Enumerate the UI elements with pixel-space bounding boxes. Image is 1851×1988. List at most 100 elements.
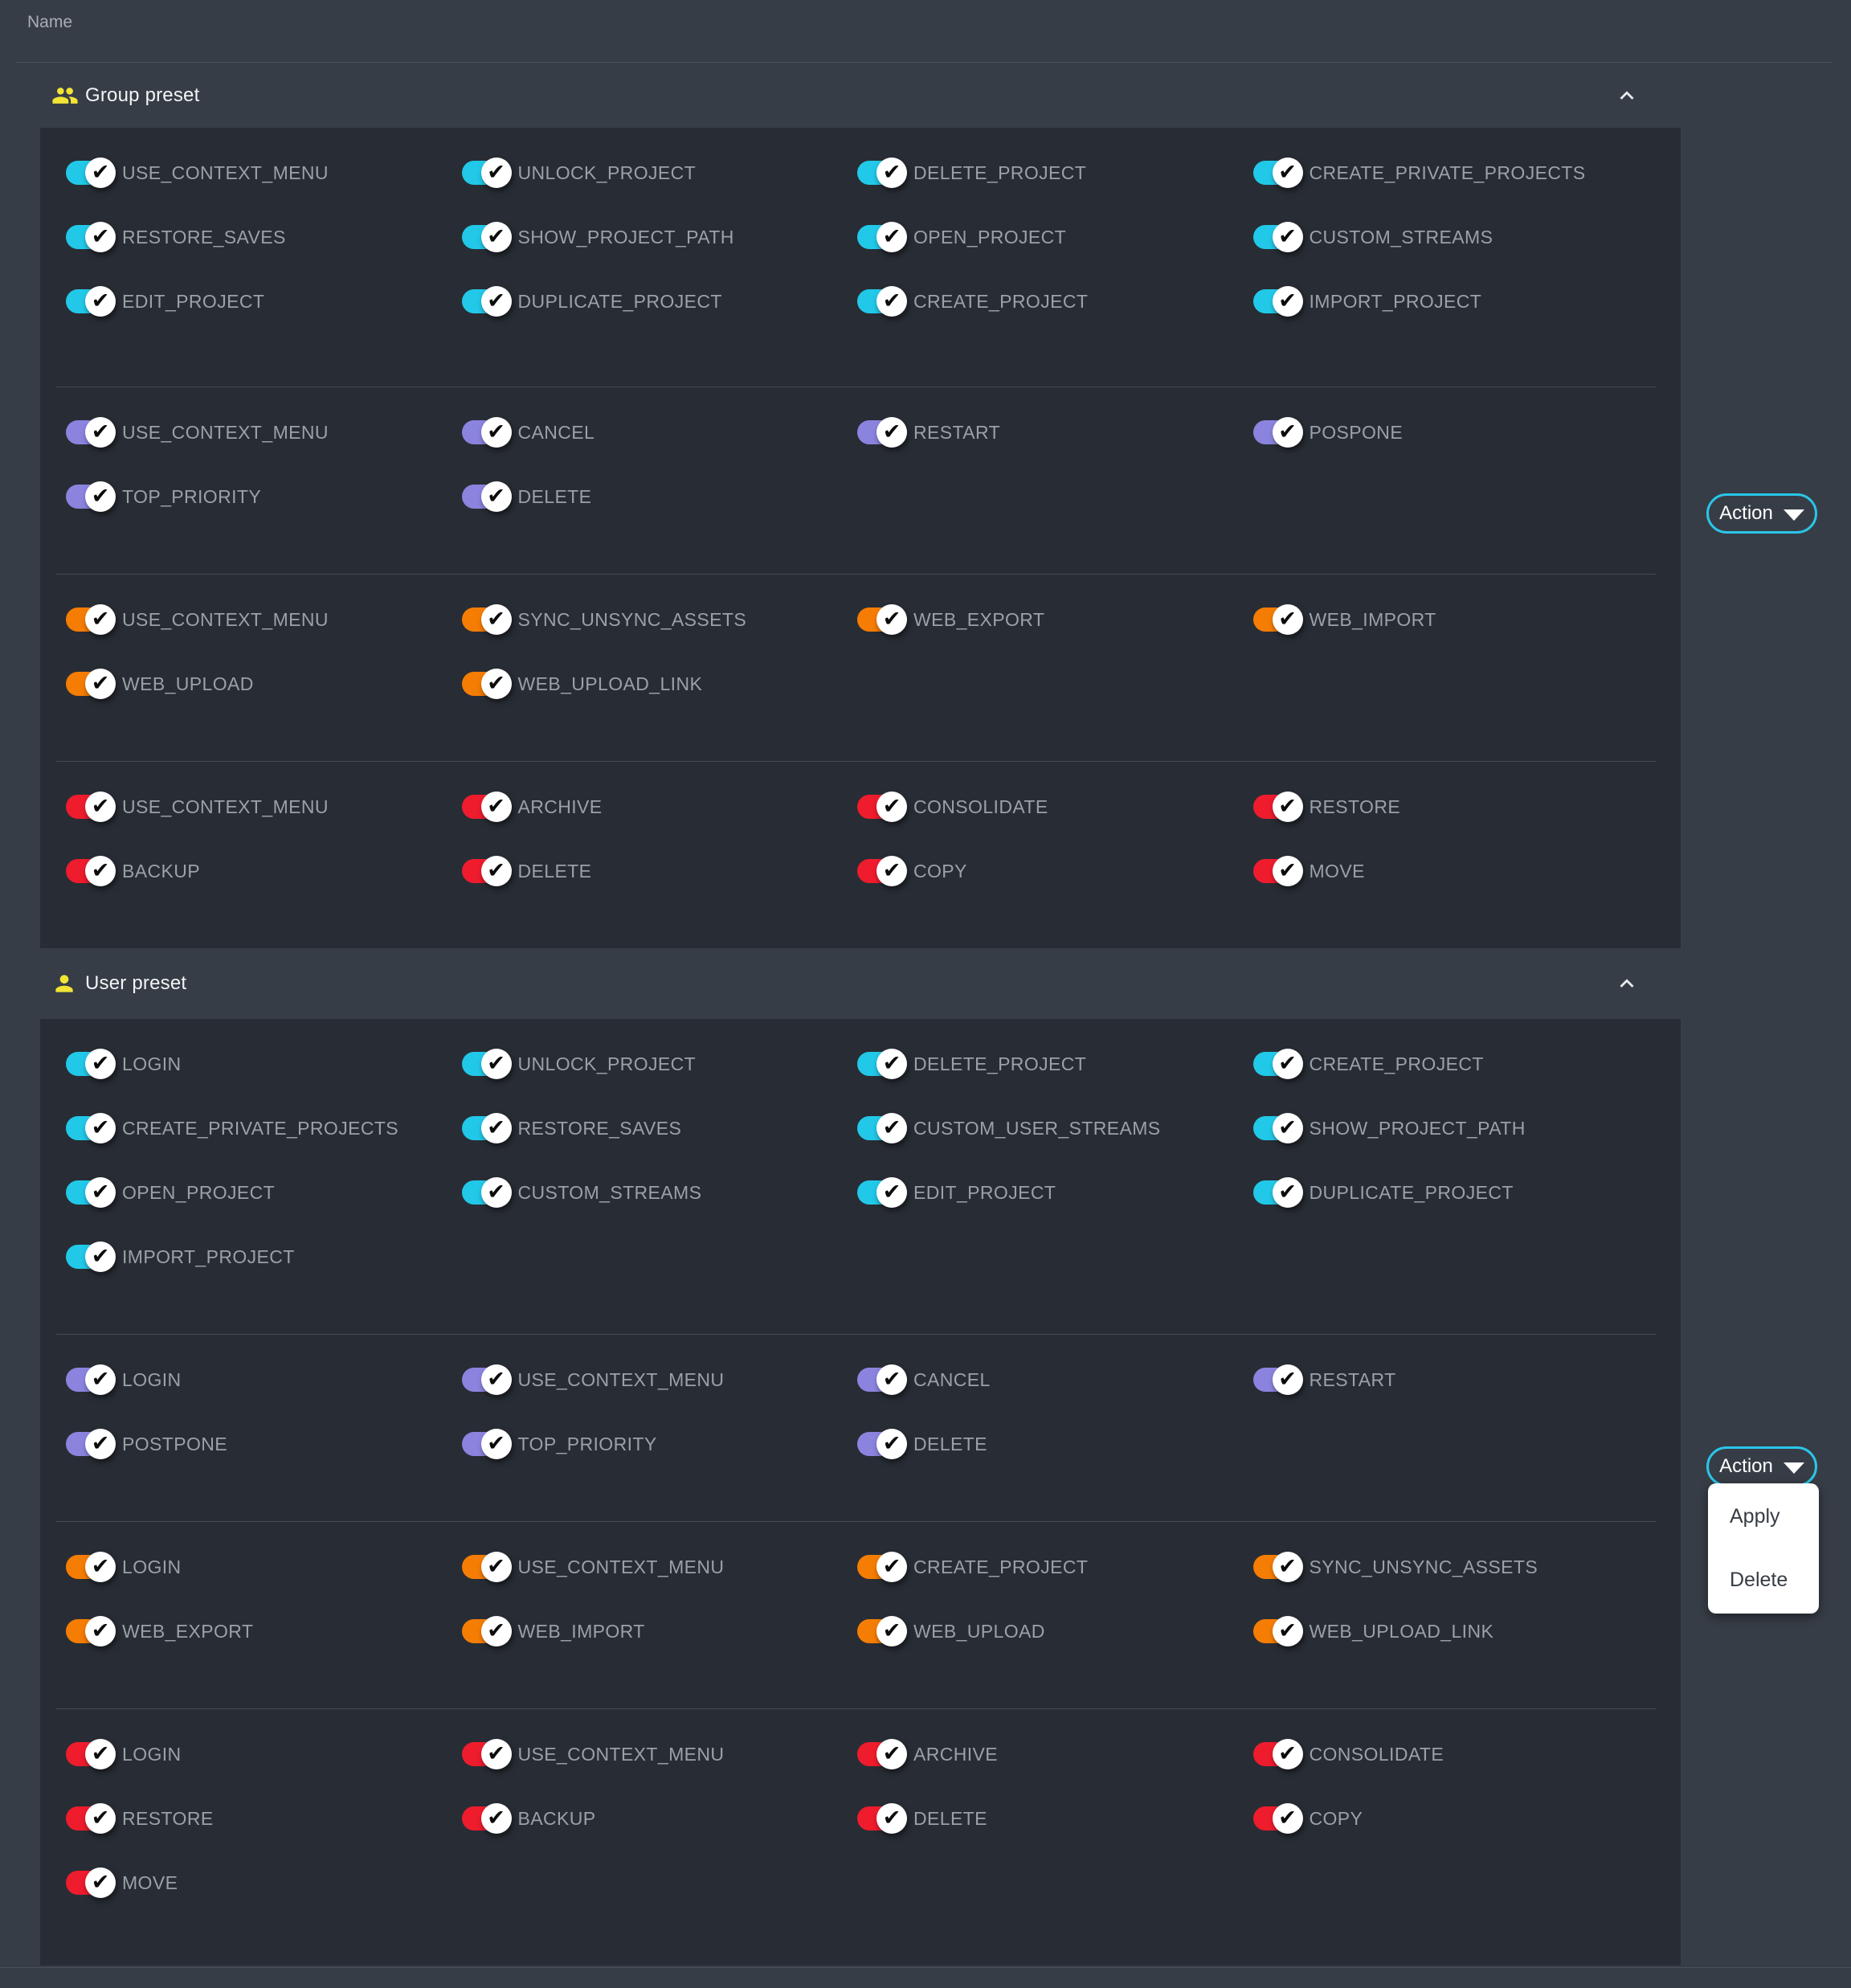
toggle-restore[interactable]: ✔ <box>1253 795 1289 819</box>
collapse-chevron-up-icon[interactable] <box>1613 82 1641 109</box>
toggle-custom_user_streams[interactable]: ✔ <box>857 1116 893 1140</box>
toggle-web_upload[interactable]: ✔ <box>66 672 101 696</box>
toggle-import_project[interactable]: ✔ <box>1253 289 1289 313</box>
permission-label: CUSTOM_USER_STREAMS <box>913 1118 1161 1139</box>
toggle-delete_project[interactable]: ✔ <box>857 1052 893 1076</box>
toggle-delete[interactable]: ✔ <box>857 1432 893 1456</box>
toggle-custom_streams[interactable]: ✔ <box>1253 225 1289 249</box>
action-button[interactable]: Action <box>1706 493 1817 534</box>
toggle-web_import[interactable]: ✔ <box>1253 607 1289 632</box>
toggle-top_priority[interactable]: ✔ <box>66 485 101 509</box>
toggle-thumb: ✔ <box>876 157 907 188</box>
toggle-use_context_menu[interactable]: ✔ <box>66 420 101 444</box>
toggle-web_export[interactable]: ✔ <box>66 1619 101 1643</box>
toggle-thumb: ✔ <box>481 1616 512 1646</box>
toggle-restart[interactable]: ✔ <box>857 420 893 444</box>
toggle-consolidate[interactable]: ✔ <box>1253 1742 1289 1766</box>
toggle-restart[interactable]: ✔ <box>1253 1368 1289 1392</box>
dropdown-item-apply[interactable]: Apply <box>1708 1485 1819 1548</box>
toggle-use_context_menu[interactable]: ✔ <box>66 795 101 819</box>
toggle-use_context_menu[interactable]: ✔ <box>462 1555 497 1579</box>
toggle-create_private_projects[interactable]: ✔ <box>1253 161 1289 185</box>
toggle-show_project_path[interactable]: ✔ <box>462 225 497 249</box>
toggle-postpone[interactable]: ✔ <box>66 1432 101 1456</box>
toggle-import_project[interactable]: ✔ <box>66 1245 101 1269</box>
toggle-create_project[interactable]: ✔ <box>857 289 893 313</box>
toggle-web_import[interactable]: ✔ <box>462 1619 497 1643</box>
toggle-login[interactable]: ✔ <box>66 1555 101 1579</box>
toggle-delete_project[interactable]: ✔ <box>857 161 893 185</box>
permission-item: ✔ WEB_UPLOAD <box>857 1599 1253 1663</box>
toggle-cancel[interactable]: ✔ <box>462 420 497 444</box>
check-icon: ✔ <box>487 162 505 183</box>
bottom-divider <box>0 1967 1851 1968</box>
toggle-use_context_menu[interactable]: ✔ <box>66 607 101 632</box>
toggle-archive[interactable]: ✔ <box>462 795 497 819</box>
toggle-duplicate_project[interactable]: ✔ <box>462 289 497 313</box>
dropdown-caret-icon <box>1784 509 1804 521</box>
toggle-edit_project[interactable]: ✔ <box>66 289 101 313</box>
toggle-thumb: ✔ <box>85 604 116 635</box>
toggle-move[interactable]: ✔ <box>1253 859 1289 883</box>
toggle-delete[interactable]: ✔ <box>462 485 497 509</box>
toggle-sync_unsync_assets[interactable]: ✔ <box>1253 1555 1289 1579</box>
toggle-use_context_menu[interactable]: ✔ <box>462 1368 497 1392</box>
toggle-web_upload_link[interactable]: ✔ <box>462 672 497 696</box>
toggle-custom_streams[interactable]: ✔ <box>462 1180 497 1205</box>
toggle-create_project[interactable]: ✔ <box>857 1555 893 1579</box>
toggle-unlock_project[interactable]: ✔ <box>462 161 497 185</box>
toggle-delete[interactable]: ✔ <box>857 1806 893 1831</box>
toggle-thumb: ✔ <box>876 417 907 448</box>
toggle-delete[interactable]: ✔ <box>462 859 497 883</box>
toggle-move[interactable]: ✔ <box>66 1871 101 1895</box>
action-button[interactable]: Action <box>1706 1446 1817 1487</box>
toggle-web_export[interactable]: ✔ <box>857 607 893 632</box>
toggle-login[interactable]: ✔ <box>66 1052 101 1076</box>
toggle-login[interactable]: ✔ <box>66 1368 101 1392</box>
toggle-restore[interactable]: ✔ <box>66 1806 101 1831</box>
toggle-create_private_projects[interactable]: ✔ <box>66 1116 101 1140</box>
permission-label: USE_CONTEXT_MENU <box>122 162 329 184</box>
toggle-open_project[interactable]: ✔ <box>66 1180 101 1205</box>
toggle-restore_saves[interactable]: ✔ <box>66 225 101 249</box>
toggle-use_context_menu[interactable]: ✔ <box>462 1742 497 1766</box>
collapse-chevron-up-icon[interactable] <box>1613 970 1641 997</box>
toggle-duplicate_project[interactable]: ✔ <box>1253 1180 1289 1205</box>
permission-item: ✔ SYNC_UNSYNC_ASSETS <box>462 587 858 652</box>
preset-group-header[interactable]: User preset <box>0 948 1851 1019</box>
toggle-copy[interactable]: ✔ <box>857 859 893 883</box>
toggle-cancel[interactable]: ✔ <box>857 1368 893 1392</box>
toggle-web_upload[interactable]: ✔ <box>857 1619 893 1643</box>
toggle-pospone[interactable]: ✔ <box>1253 420 1289 444</box>
permission-label: USE_CONTEXT_MENU <box>518 1556 725 1578</box>
toggle-show_project_path[interactable]: ✔ <box>1253 1116 1289 1140</box>
permission-label: LOGIN <box>122 1053 182 1075</box>
toggle-use_context_menu[interactable]: ✔ <box>66 161 101 185</box>
permission-label: WEB_UPLOAD <box>913 1621 1045 1642</box>
preset-group-header[interactable]: Group preset <box>0 63 1851 128</box>
check-icon: ✔ <box>92 673 110 694</box>
toggle-login[interactable]: ✔ <box>66 1742 101 1766</box>
toggle-top_priority[interactable]: ✔ <box>462 1432 497 1456</box>
check-icon: ✔ <box>1278 608 1297 630</box>
toggle-thumb: ✔ <box>85 286 116 317</box>
toggle-consolidate[interactable]: ✔ <box>857 795 893 819</box>
preset-group-user-preset: User preset ✔ LOGIN ✔ UNLOCK_PROJECT ✔ D… <box>0 948 1851 1966</box>
toggle-edit_project[interactable]: ✔ <box>857 1180 893 1205</box>
toggle-backup[interactable]: ✔ <box>462 1806 497 1831</box>
check-icon: ✔ <box>883 1117 901 1139</box>
toggle-open_project[interactable]: ✔ <box>857 225 893 249</box>
toggle-sync_unsync_assets[interactable]: ✔ <box>462 607 497 632</box>
toggle-thumb: ✔ <box>85 1739 116 1769</box>
permission-label: UNLOCK_PROJECT <box>518 162 697 184</box>
toggle-archive[interactable]: ✔ <box>857 1742 893 1766</box>
toggle-thumb: ✔ <box>481 222 512 252</box>
toggle-unlock_project[interactable]: ✔ <box>462 1052 497 1076</box>
toggle-thumb: ✔ <box>481 1177 512 1208</box>
toggle-create_project[interactable]: ✔ <box>1253 1052 1289 1076</box>
toggle-web_upload_link[interactable]: ✔ <box>1253 1619 1289 1643</box>
dropdown-item-delete[interactable]: Delete <box>1708 1548 1819 1612</box>
toggle-restore_saves[interactable]: ✔ <box>462 1116 497 1140</box>
toggle-copy[interactable]: ✔ <box>1253 1806 1289 1831</box>
toggle-backup[interactable]: ✔ <box>66 859 101 883</box>
